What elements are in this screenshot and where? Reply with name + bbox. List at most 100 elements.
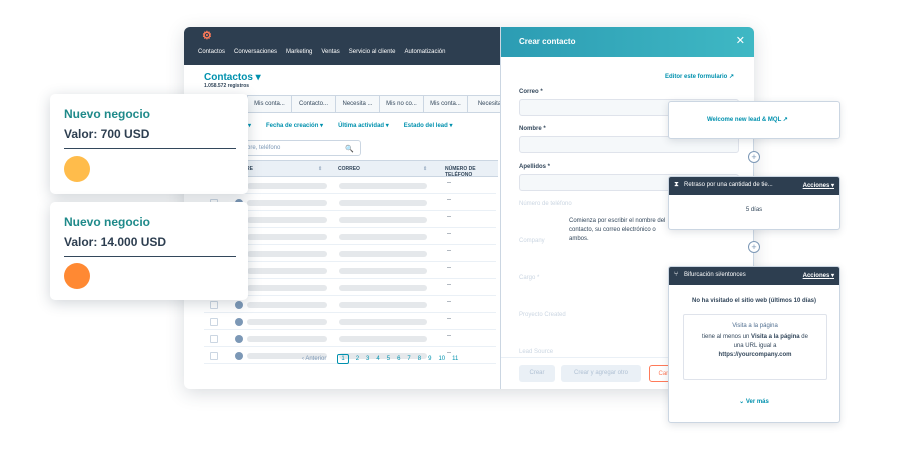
filter-created[interactable]: Fecha de creación ▾ — [266, 122, 323, 129]
page-title[interactable]: Contactos ▾ — [204, 72, 261, 83]
company-label: Company — [519, 238, 545, 244]
name-placeholder — [247, 285, 327, 291]
page-link[interactable]: 4 — [376, 356, 379, 362]
email-placeholder — [339, 234, 427, 240]
phone-value: -- — [447, 333, 451, 339]
add-step-icon[interactable]: + — [748, 151, 760, 163]
avatar — [235, 352, 243, 360]
deal-card[interactable]: Nuevo negocio Valor: 700 USD — [50, 94, 248, 194]
phone-value: -- — [447, 316, 451, 322]
panel-title: Crear contacto — [519, 37, 576, 46]
main-menu: Contactos Conversaciones Marketing Venta… — [198, 49, 445, 55]
name-placeholder — [247, 200, 327, 206]
table-row[interactable]: -- — [204, 297, 496, 313]
workflow-branch-step[interactable]: ⑂ Bifurcación si/entonces Acciones ▾ No … — [668, 266, 840, 423]
condition-rule-2: una URL igual a — [733, 343, 777, 349]
filter-lead-status[interactable]: Estado del lead ▾ — [404, 122, 453, 129]
filter-owner[interactable]: ▾ — [248, 122, 251, 129]
nav-marketing[interactable]: Marketing — [286, 49, 312, 55]
nav-automatizacion[interactable]: Automatización — [404, 49, 445, 55]
filter-bar: ▾ Fecha de creación ▾ Última actividad ▾… — [248, 122, 452, 129]
phone-label: Número de teléfono — [519, 201, 572, 207]
add-step-icon[interactable]: + — [748, 241, 760, 253]
page-link[interactable]: 10 — [438, 356, 445, 362]
phone-value: -- — [447, 197, 451, 203]
email-placeholder — [339, 319, 427, 325]
page-link[interactable]: 3 — [366, 356, 369, 362]
row-checkbox[interactable] — [210, 318, 218, 326]
view-tab[interactable]: Mis conta... — [423, 95, 468, 113]
phone-value: -- — [447, 248, 451, 254]
name-placeholder — [247, 183, 327, 189]
page-link[interactable]: 5 — [387, 356, 390, 362]
avatar — [235, 301, 243, 309]
row-checkbox[interactable] — [210, 352, 218, 360]
condition-box-title: Visita a la página — [732, 323, 778, 329]
delay-actions-menu[interactable]: Acciones ▾ — [803, 182, 834, 189]
page-link[interactable]: 8 — [418, 356, 421, 362]
view-tab[interactable]: Mis conta... — [247, 95, 292, 113]
row-checkbox[interactable] — [210, 301, 218, 309]
phone-value: -- — [447, 282, 451, 288]
branch-actions-menu[interactable]: Acciones ▾ — [803, 272, 834, 279]
workflow-delay-step[interactable]: ⧗ Retraso por una cantidad de tie... Acc… — [668, 176, 840, 230]
search-input[interactable]: bre, teléfono 🔍 — [236, 140, 361, 156]
avatar — [235, 335, 243, 343]
panel-header: Crear contacto ✕ — [501, 27, 754, 57]
edit-form-link[interactable]: Editor este formulario ↗ — [665, 73, 734, 80]
table-row[interactable]: -- — [204, 331, 496, 347]
name-placeholder — [247, 234, 327, 240]
search-icon[interactable]: 🔍 — [345, 143, 354, 157]
column-email[interactable]: CORREO — [338, 166, 360, 172]
create-button[interactable]: Crear — [519, 365, 555, 382]
email-placeholder — [339, 336, 427, 342]
delay-title: Retraso por una cantidad de tie... — [684, 182, 773, 188]
page-link[interactable]: 7 — [407, 356, 410, 362]
email-placeholder — [339, 217, 427, 223]
close-icon[interactable]: ✕ — [736, 34, 745, 47]
name-placeholder — [247, 217, 327, 223]
phone-value: -- — [447, 180, 451, 186]
avatar — [235, 318, 243, 326]
branch-icon: ⑂ — [674, 271, 679, 278]
name-placeholder — [247, 319, 327, 325]
deal-value: Valor: 14.000 USD — [64, 235, 167, 249]
see-more-link[interactable]: ⌄ Ver más — [669, 398, 839, 405]
row-checkbox[interactable] — [210, 335, 218, 343]
deal-card[interactable]: Nuevo negocio Valor: 14.000 USD — [50, 202, 248, 300]
email-placeholder — [339, 251, 427, 257]
nav-conversaciones[interactable]: Conversaciones — [234, 49, 277, 55]
filter-activity[interactable]: Última actividad ▾ — [338, 122, 389, 129]
deal-status-dot — [64, 263, 90, 289]
lead-source-label: Lead Source — [519, 349, 554, 355]
phone-value: -- — [447, 299, 451, 305]
table-row[interactable]: -- — [204, 314, 496, 330]
view-tab[interactable]: Necesita ... — [335, 95, 380, 113]
column-phone[interactable]: NÚMERO DE TELÉFONO — [445, 166, 498, 178]
role-label: Cargo * — [519, 275, 540, 281]
page-link[interactable]: 6 — [397, 356, 400, 362]
deal-status-dot — [64, 156, 90, 182]
page-link[interactable]: 1 — [337, 354, 349, 364]
nav-contactos[interactable]: Contactos — [198, 49, 225, 55]
nav-ventas[interactable]: Ventas — [321, 49, 339, 55]
page-link[interactable]: 11 — [452, 356, 458, 362]
nav-servicio[interactable]: Servicio al cliente — [349, 49, 396, 55]
branch-condition: No ha visitado el sitio web (últimos 10 … — [691, 298, 817, 304]
name-placeholder — [247, 302, 327, 308]
email-placeholder — [339, 285, 427, 291]
workflow-email-step[interactable]: Welcome new lead & MQL ↗ — [668, 101, 840, 139]
email-step-link[interactable]: Welcome new lead & MQL ↗ — [707, 116, 788, 123]
name-placeholder — [247, 251, 327, 257]
view-tab[interactable]: Mis no co... — [379, 95, 424, 113]
page-link[interactable]: 9 — [428, 356, 431, 362]
pagination-prev[interactable]: ‹ Anterior — [302, 356, 326, 362]
view-tab[interactable]: Contacto... — [291, 95, 336, 113]
email-placeholder — [339, 183, 427, 189]
page-link[interactable]: 2 — [356, 356, 359, 362]
delay-value: 5 días — [745, 207, 763, 213]
create-and-add-button[interactable]: Crear y agregar otro — [561, 365, 641, 382]
name-label: Nombre * — [519, 126, 546, 132]
email-label: Correo * — [519, 89, 543, 95]
hubspot-logo-icon[interactable]: ⚙ — [202, 29, 212, 42]
